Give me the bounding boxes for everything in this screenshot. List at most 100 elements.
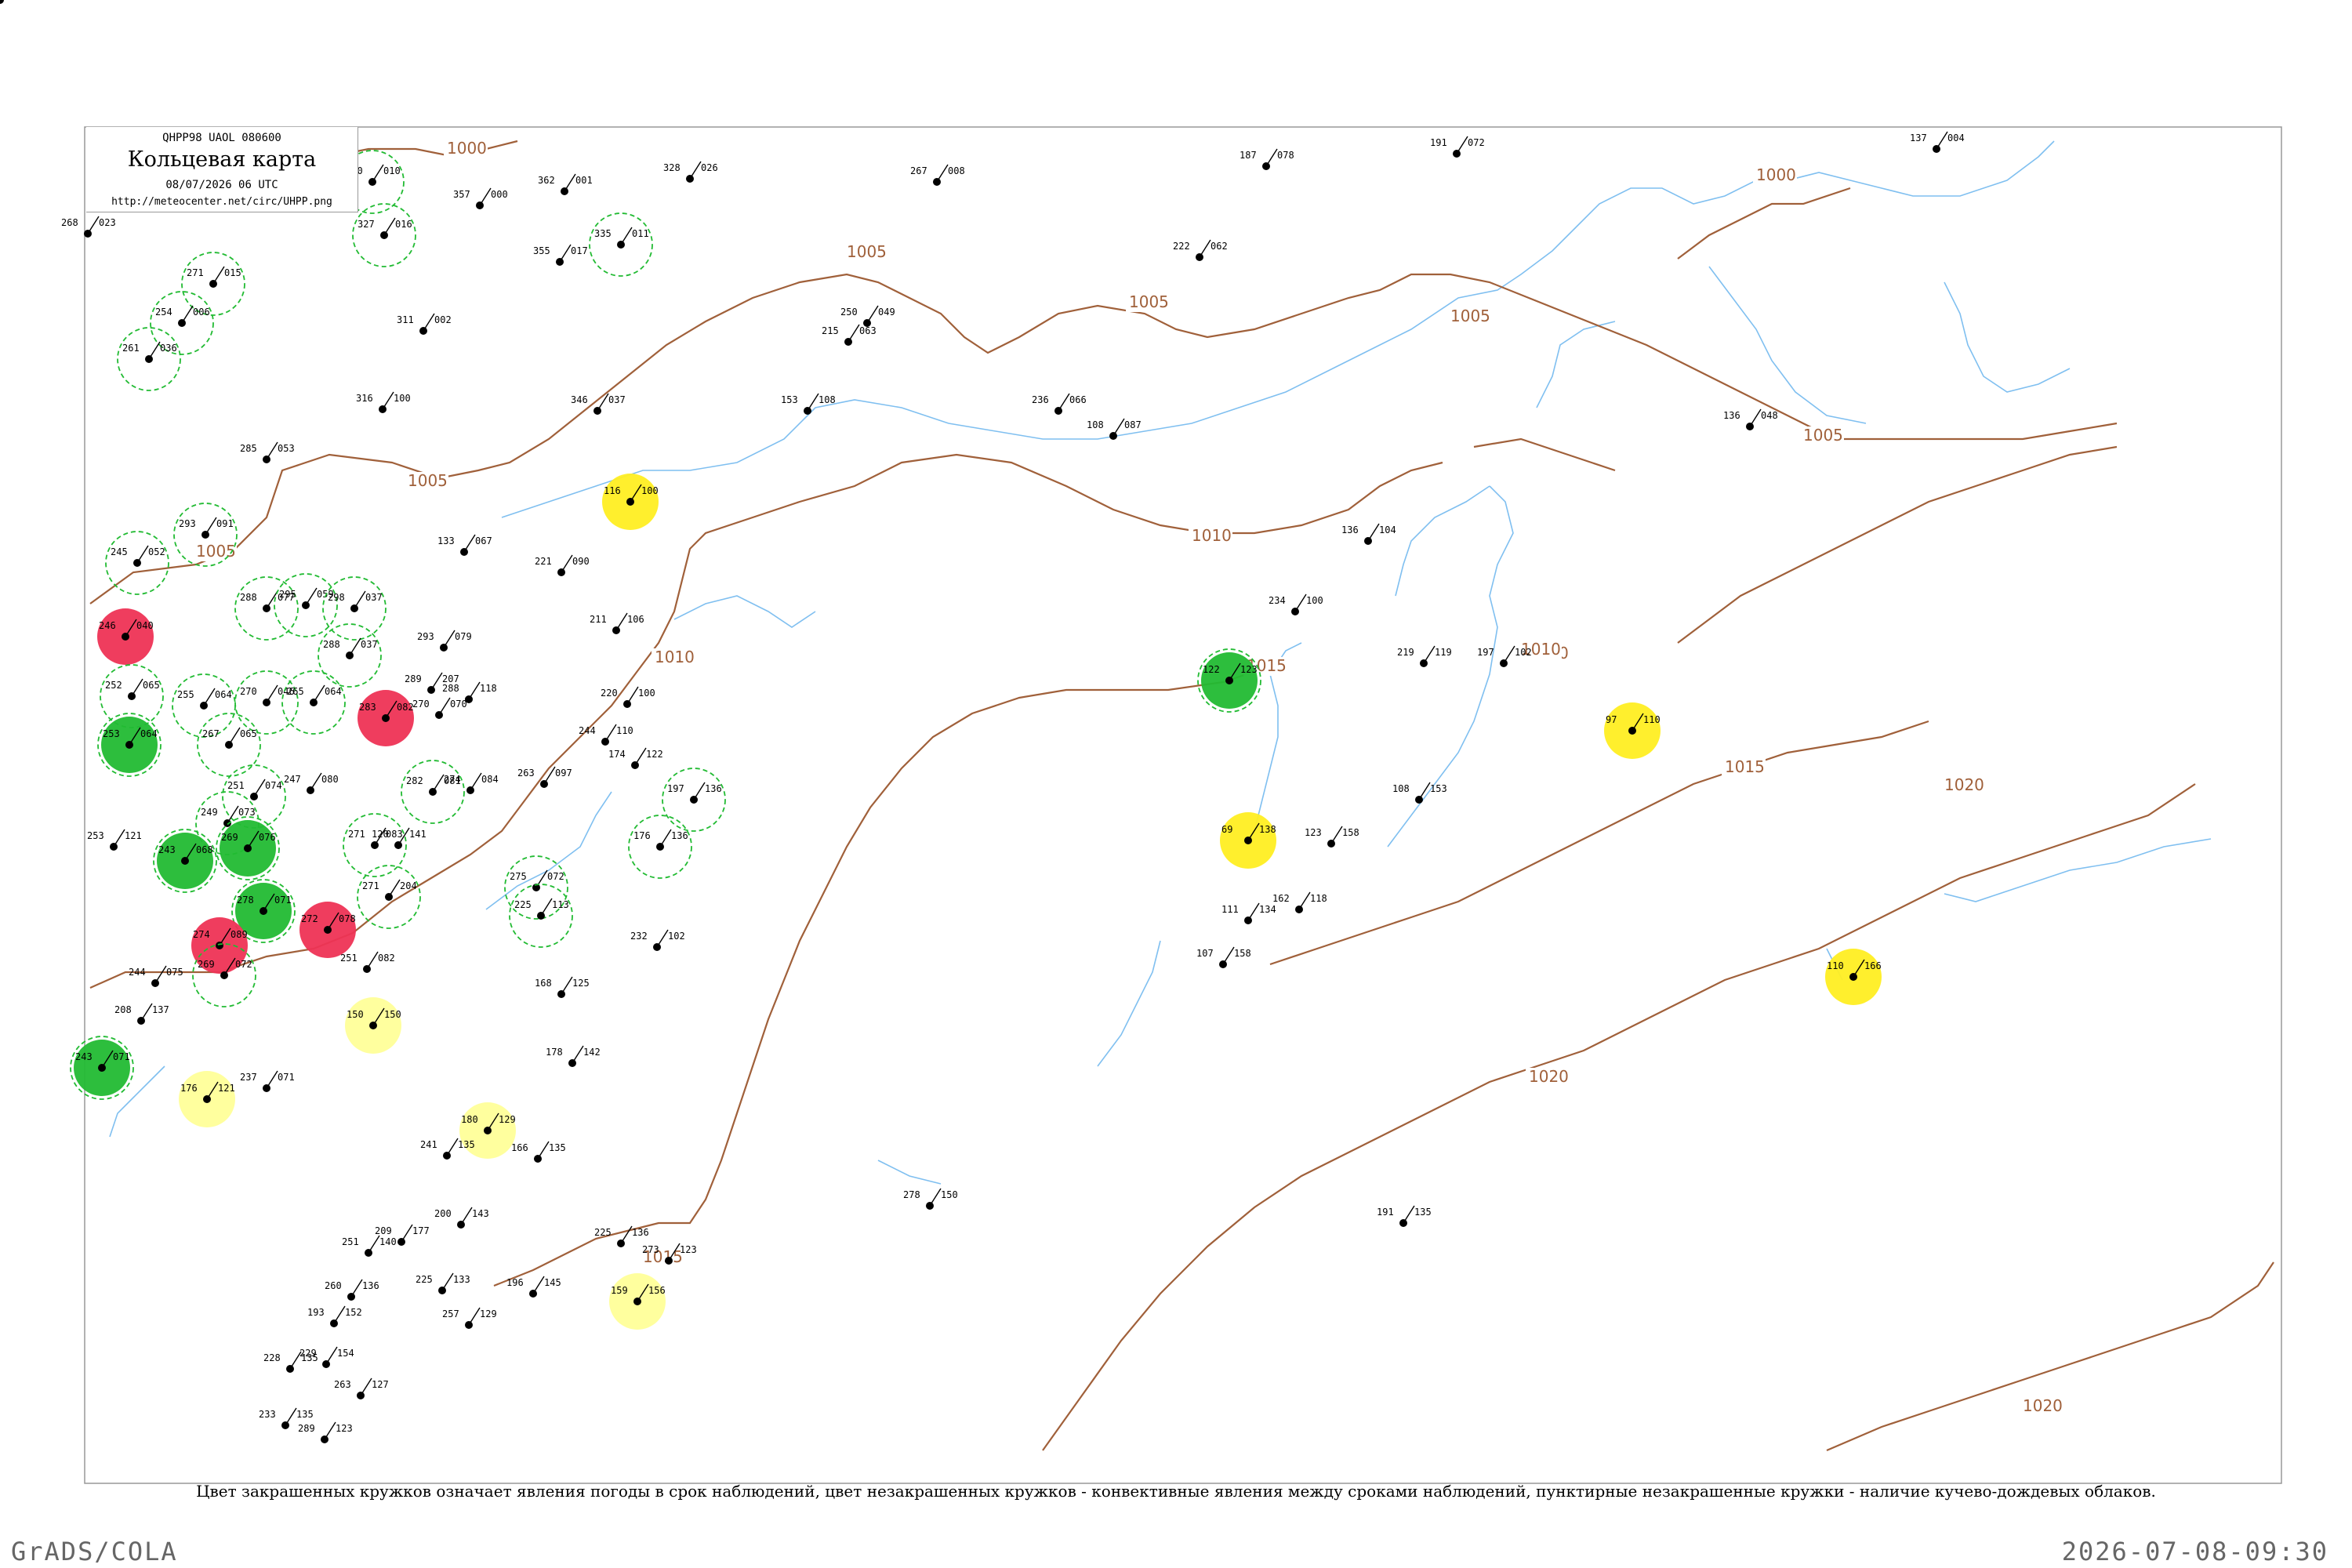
station-marker[interactable]: 193 152 xyxy=(307,1305,362,1327)
station-marker[interactable]: 133 067 xyxy=(437,534,492,556)
station-marker[interactable]: 236 066 xyxy=(1032,393,1087,415)
station-marker[interactable]: 263 127 xyxy=(334,1377,389,1399)
station-marker[interactable]: 187 078 xyxy=(1240,148,1294,170)
station-marker[interactable]: 232 102 xyxy=(630,929,685,951)
station-marker[interactable]: 257 129 xyxy=(442,1307,497,1329)
station-marker[interactable]: 110 166 xyxy=(1825,949,1882,1005)
station-marker[interactable]: 243 068 xyxy=(153,829,217,893)
station-marker[interactable]: 316 100 xyxy=(356,391,411,413)
station-marker[interactable]: 225 133 xyxy=(416,1272,470,1294)
station-marker[interactable]: 191 072 xyxy=(1430,136,1485,158)
station-marker[interactable]: 200 143 xyxy=(434,1207,489,1229)
station-marker[interactable]: 153 108 xyxy=(781,393,836,415)
station-marker[interactable]: 265 064 xyxy=(281,670,346,735)
station-marker[interactable]: 229 154 xyxy=(299,1346,354,1368)
station-marker[interactable]: 123 158 xyxy=(1305,826,1359,848)
station-marker[interactable]: 219 119 xyxy=(1397,645,1452,667)
station-marker[interactable]: 267 008 xyxy=(910,164,965,186)
station-marker[interactable]: 69 138 xyxy=(1220,812,1276,869)
station-marker[interactable]: 208 137 xyxy=(114,1003,169,1025)
station-marker[interactable]: 261 036 xyxy=(117,327,181,391)
station-marker[interactable]: 293 079 xyxy=(417,630,472,652)
station-marker[interactable]: 243 071 xyxy=(70,1036,134,1100)
station-marker[interactable]: 270 046 xyxy=(234,670,299,735)
station-marker[interactable]: 255 064 xyxy=(172,673,236,738)
station-marker[interactable]: 215 063 xyxy=(822,324,877,346)
station-marker[interactable]: 178 142 xyxy=(546,1045,601,1067)
station-marker[interactable]: 107 158 xyxy=(1196,946,1251,968)
station-marker[interactable]: 251 140 xyxy=(342,1235,397,1257)
station-marker[interactable]: 272 078 xyxy=(299,902,356,958)
station-marker[interactable]: 328 026 xyxy=(663,161,718,183)
station-marker[interactable]: 211 106 xyxy=(590,612,644,634)
station-marker[interactable]: 225 136 xyxy=(594,1225,649,1247)
station-marker[interactable]: 168 125 xyxy=(535,976,590,998)
station-marker[interactable]: 166 135 xyxy=(511,1141,566,1163)
station-marker[interactable]: 222 062 xyxy=(1173,239,1228,261)
station-marker[interactable]: 311 002 xyxy=(397,313,452,335)
station-marker[interactable]: 260 136 xyxy=(325,1279,379,1301)
wind-barb xyxy=(253,779,266,797)
station-marker[interactable]: 136 048 xyxy=(1723,408,1778,430)
station-marker[interactable]: 191 135 xyxy=(1377,1205,1432,1227)
station-marker[interactable]: 176 121 xyxy=(179,1071,235,1127)
station-marker[interactable]: 116 100 xyxy=(602,474,659,530)
station-marker[interactable]: 136 104 xyxy=(1341,523,1396,545)
station-pressure: 275 xyxy=(510,871,527,882)
station-marker[interactable]: 335 011 xyxy=(589,212,653,277)
station-marker[interactable]: 271 015 xyxy=(181,252,245,316)
station-marker[interactable]: 288 077 xyxy=(234,576,299,641)
station-marker[interactable]: 250 049 xyxy=(840,305,895,327)
station-marker[interactable]: 274 084 xyxy=(444,772,499,794)
station-marker[interactable]: 355 017 xyxy=(533,244,588,266)
station-marker[interactable]: 197 136 xyxy=(662,768,726,832)
station-marker[interactable]: 244 110 xyxy=(579,724,633,746)
station-marker[interactable]: 244 075 xyxy=(129,965,183,987)
station-marker[interactable]: 108 087 xyxy=(1087,418,1142,440)
station-marker[interactable]: 221 090 xyxy=(535,554,590,576)
station-marker[interactable]: 285 053 xyxy=(240,441,295,463)
station-marker[interactable]: 137 004 xyxy=(1910,131,1965,153)
station-marker[interactable]: 362 001 xyxy=(538,173,593,195)
station-marker[interactable]: 357 000 xyxy=(453,187,508,209)
station-marker[interactable]: 150 150 xyxy=(345,997,401,1054)
station-marker[interactable]: 282 081 xyxy=(401,760,465,824)
station-marker[interactable]: 197 102 xyxy=(1477,645,1532,667)
station-marker[interactable]: 225 113 xyxy=(509,884,573,948)
station-marker[interactable]: 245 052 xyxy=(105,531,169,595)
station-marker[interactable]: 180 129 xyxy=(459,1102,516,1159)
station-marker[interactable]: 278 150 xyxy=(903,1188,958,1210)
station-marker[interactable]: 295 059 xyxy=(274,573,338,637)
station-marker[interactable]: 174 122 xyxy=(608,747,663,769)
station-marker[interactable]: 253 064 xyxy=(97,713,162,777)
station-marker[interactable]: 267 065 xyxy=(197,713,261,777)
source-url[interactable]: http://meteocenter.net/circ/UHPP.png xyxy=(86,196,358,208)
station-marker[interactable]: 247 080 xyxy=(284,772,339,794)
station-marker[interactable]: 162 118 xyxy=(1272,891,1327,913)
station-marker[interactable]: 246 040 xyxy=(97,608,154,665)
station-marker[interactable]: 270 070 xyxy=(412,697,467,719)
station-marker[interactable]: 108 153 xyxy=(1392,782,1447,804)
station-marker[interactable]: 111 134 xyxy=(1221,902,1276,924)
station-marker[interactable]: 196 145 xyxy=(506,1276,561,1298)
station-marker[interactable]: 327 016 xyxy=(352,203,416,267)
station-marker[interactable]: 247107 xyxy=(0,0,28,4)
station-marker[interactable]: 241 135 xyxy=(420,1138,475,1160)
station-marker[interactable]: 298 037 xyxy=(322,576,387,641)
station-marker[interactable]: 251 074 xyxy=(222,764,286,829)
station-marker[interactable]: 237 071 xyxy=(240,1070,295,1092)
station-marker[interactable]: 159 156 xyxy=(609,1273,666,1330)
station-marker[interactable]: 346 037 xyxy=(571,393,626,415)
station-marker[interactable]: 220 100 xyxy=(601,686,655,708)
station-marker[interactable]: 234 100 xyxy=(1269,593,1323,615)
station-marker[interactable]: 97 110 xyxy=(1604,702,1661,759)
station-marker[interactable]: 253 121 xyxy=(87,829,142,851)
station-marker[interactable]: 263 097 xyxy=(517,766,572,788)
station-marker[interactable]: 283 082 xyxy=(358,690,414,746)
station-marker[interactable]: 176 136 xyxy=(628,815,692,879)
station-marker[interactable]: 268 023 xyxy=(61,216,116,238)
station-marker[interactable]: 288 037 xyxy=(318,623,382,688)
isobar-line xyxy=(89,453,1443,989)
station-marker[interactable]: 251 082 xyxy=(340,951,395,973)
station-marker[interactable]: 289 123 xyxy=(298,1421,353,1443)
